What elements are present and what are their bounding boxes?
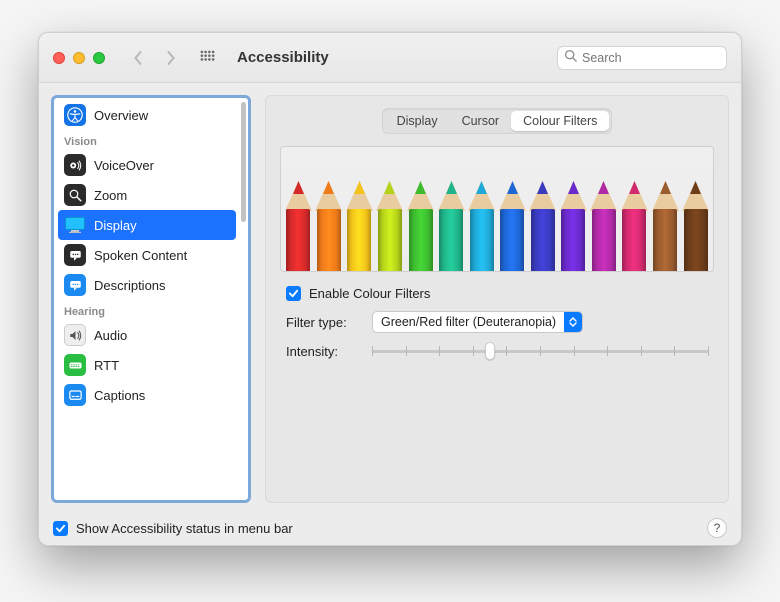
window-controls <box>53 52 105 64</box>
colour-filters-group: Display Cursor Colour Filters Enable Col… <box>265 95 729 503</box>
rtt-icon <box>64 354 86 376</box>
pencil-icon <box>652 181 679 271</box>
sidebar-header-hearing: Hearing <box>58 300 236 320</box>
intensity-slider[interactable] <box>372 343 708 359</box>
sidebar-item-label: Zoom <box>94 188 127 203</box>
sidebar-item-label: Audio <box>94 328 127 343</box>
sidebar-scrollbar[interactable] <box>241 102 246 222</box>
body: Overview Vision VoiceOver Zoom <box>39 83 741 511</box>
show-all-icon[interactable] <box>197 48 217 68</box>
sidebar-item-label: Descriptions <box>94 278 166 293</box>
forward-button[interactable] <box>159 48 181 68</box>
sidebar-item-display[interactable]: Display <box>58 210 236 240</box>
display-tabs: Display Cursor Colour Filters <box>382 108 613 134</box>
show-status-label: Show Accessibility status in menu bar <box>76 521 293 536</box>
tab-cursor[interactable]: Cursor <box>450 111 512 131</box>
back-button[interactable] <box>127 48 149 68</box>
sidebar-item-captions[interactable]: Captions <box>58 380 236 410</box>
sidebar-item-label: Overview <box>94 108 148 123</box>
search-icon <box>564 49 577 67</box>
zoom-window-button[interactable] <box>93 52 105 64</box>
pencil-icon <box>529 181 556 271</box>
accessibility-icon <box>64 104 86 126</box>
show-status-checkbox[interactable] <box>53 521 68 536</box>
filter-type-row: Filter type: Green/Red filter (Deuterano… <box>286 311 708 333</box>
sidebar-item-zoom[interactable]: Zoom <box>58 180 236 210</box>
help-icon: ? <box>714 521 721 535</box>
sidebar: Overview Vision VoiceOver Zoom <box>51 95 251 503</box>
preferences-window: Accessibility Overview Vision <box>38 32 742 546</box>
detail-pane: Display Cursor Colour Filters Enable Col… <box>265 95 729 503</box>
close-window-button[interactable] <box>53 52 65 64</box>
colour-preview <box>280 146 714 272</box>
pencil-icon <box>346 181 373 271</box>
zoom-icon <box>64 184 86 206</box>
search-input[interactable] <box>582 51 720 65</box>
sidebar-item-label: RTT <box>94 358 119 373</box>
pencil-icon <box>590 181 617 271</box>
pencil-icon <box>376 181 403 271</box>
toolbar: Accessibility <box>39 33 741 83</box>
tab-colour-filters[interactable]: Colour Filters <box>511 111 609 131</box>
pencil-icon <box>468 181 495 271</box>
display-icon <box>64 214 86 236</box>
sidebar-item-overview[interactable]: Overview <box>58 100 236 130</box>
pencil-icon <box>407 181 434 271</box>
intensity-label: Intensity: <box>286 344 364 359</box>
sidebar-item-label: Captions <box>94 388 145 403</box>
filter-type-value: Green/Red filter (Deuteranopia) <box>381 315 556 329</box>
pencil-icon <box>285 181 312 271</box>
voiceover-icon <box>64 154 86 176</box>
pencil-icon <box>621 181 648 271</box>
pencil-icon <box>315 181 342 271</box>
sidebar-item-descriptions[interactable]: Descriptions <box>58 270 236 300</box>
sidebar-item-rtt[interactable]: RTT <box>58 350 236 380</box>
sidebar-header-vision: Vision <box>58 130 236 150</box>
window-title: Accessibility <box>237 49 329 66</box>
intensity-row: Intensity: <box>286 343 708 359</box>
select-stepper-icon <box>564 312 582 332</box>
spoken-content-icon <box>64 244 86 266</box>
pencil-icon <box>682 181 709 271</box>
sidebar-item-label: VoiceOver <box>94 158 154 173</box>
filter-type-label: Filter type: <box>286 315 364 330</box>
filter-type-select[interactable]: Green/Red filter (Deuteranopia) <box>372 311 583 333</box>
sidebar-item-label: Spoken Content <box>94 248 187 263</box>
minimize-window-button[interactable] <box>73 52 85 64</box>
descriptions-icon <box>64 274 86 296</box>
captions-icon <box>64 384 86 406</box>
sidebar-item-label: Display <box>94 218 137 233</box>
search-field[interactable] <box>557 46 727 70</box>
tab-display[interactable]: Display <box>385 111 450 131</box>
sidebar-item-audio[interactable]: Audio <box>58 320 236 350</box>
help-button[interactable]: ? <box>707 518 727 538</box>
footer: Show Accessibility status in menu bar ? <box>39 511 741 545</box>
pencil-icon <box>499 181 526 271</box>
enable-colour-filters-checkbox[interactable] <box>286 286 301 301</box>
sidebar-item-voiceover[interactable]: VoiceOver <box>58 150 236 180</box>
pencil-icon <box>560 181 587 271</box>
audio-icon <box>64 324 86 346</box>
sidebar-item-spoken-content[interactable]: Spoken Content <box>58 240 236 270</box>
enable-colour-filters-label: Enable Colour Filters <box>309 286 430 301</box>
enable-colour-filters-row: Enable Colour Filters <box>286 286 708 301</box>
pencil-icon <box>438 181 465 271</box>
intensity-thumb[interactable] <box>485 342 495 360</box>
